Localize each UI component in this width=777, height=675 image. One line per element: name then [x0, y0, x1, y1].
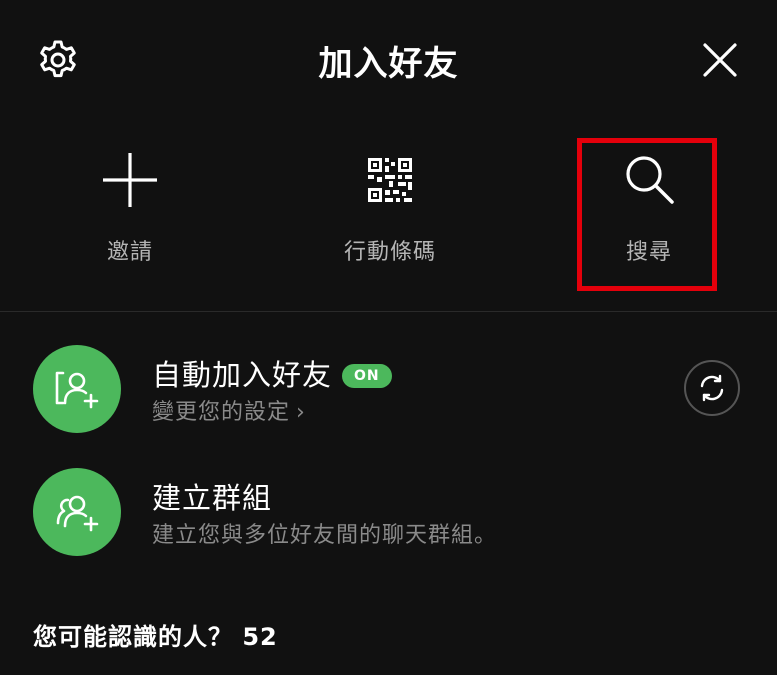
people-you-may-know-heading: 您可能認識的人？ 52: [33, 623, 278, 651]
auto-add-friends-row[interactable]: 自動加入好友 ON 變更您的設定 ›: [0, 340, 777, 440]
change-settings-text: 變更您的設定: [152, 400, 291, 425]
add-friend-icon: [33, 345, 121, 433]
qr-code-label: 行動條碼: [343, 240, 436, 265]
create-group-title: 建立群組: [152, 481, 273, 515]
refresh-icon[interactable]: [684, 360, 740, 416]
change-settings-link[interactable]: 變更您的設定 ›: [152, 394, 306, 426]
on-badge: ON: [342, 364, 392, 388]
divider: [0, 311, 777, 312]
invite-label: 邀請: [106, 240, 153, 265]
qr-code-icon: [360, 150, 420, 210]
auto-add-title: 自動加入好友 ON: [152, 352, 392, 394]
search-highlight-box: [577, 138, 717, 291]
chevron-right-icon: ›: [296, 400, 306, 425]
close-icon[interactable]: [700, 40, 740, 80]
header-bar: 加入好友: [0, 0, 777, 120]
create-group-description: 建立您與多位好友間的聊天群組。: [152, 523, 498, 548]
add-group-icon: [33, 468, 121, 556]
plus-icon: [100, 150, 160, 210]
invite-button[interactable]: 邀請: [50, 150, 210, 290]
qr-code-button[interactable]: 行動條碼: [310, 150, 470, 290]
create-group-row[interactable]: 建立群組 建立您與多位好友間的聊天群組。: [0, 463, 777, 563]
page-title: 加入好友: [318, 44, 459, 84]
auto-add-title-text: 自動加入好友: [152, 358, 333, 392]
